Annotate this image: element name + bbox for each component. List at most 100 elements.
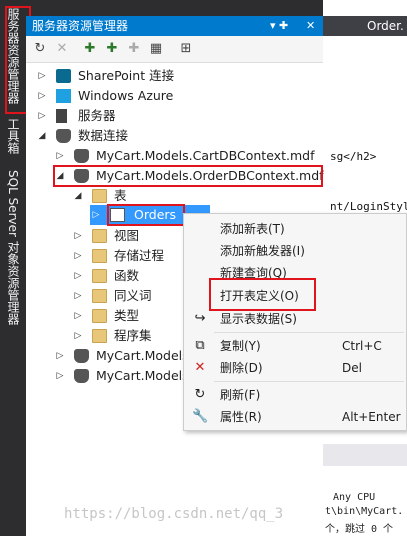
menu-item-properties[interactable]: 🔧 属性(R) Alt+Enter: [184, 406, 406, 428]
folder-icon: [92, 229, 107, 243]
menu-item-label: 显示表数据(S): [220, 312, 297, 326]
tree-item-label: 函数: [114, 268, 140, 283]
connect-server-icon[interactable]: ✚: [104, 41, 120, 57]
tree-item-sharepoint[interactable]: ▷ SharePoint 连接: [36, 66, 316, 86]
expand-arrow-icon[interactable]: ▷: [72, 306, 84, 326]
expand-arrow-icon[interactable]: ▷: [54, 346, 66, 366]
tree-item-label: 服务器: [78, 108, 116, 123]
tree-item-tables[interactable]: ◢ 表: [72, 186, 316, 206]
menu-item-label: 新建查询(Q): [220, 266, 287, 280]
wrench-icon: 🔧: [192, 409, 209, 424]
expand-arrow-icon[interactable]: ▷: [72, 286, 84, 306]
tree-item-label: Windows Azure: [78, 88, 174, 103]
database-icon: [74, 369, 89, 383]
menu-item-add-table[interactable]: 添加新表(T): [184, 218, 406, 240]
menu-item-label: 打开表定义(O): [220, 289, 299, 303]
editor-tab[interactable]: Order.: [323, 16, 407, 36]
menu-item-copy[interactable]: ⧉ 复制(Y) Ctrl+C: [184, 335, 406, 357]
server-icon: [56, 109, 67, 123]
table-icon: [110, 208, 125, 222]
collapse-arrow-icon[interactable]: ◢: [72, 186, 84, 206]
menu-item-add-trigger[interactable]: 添加新触发器(I): [184, 240, 406, 262]
code-line: nt/LoginStyl: [330, 200, 407, 213]
output-line: 个，跳过 0 个: [325, 524, 394, 535]
expand-arrow-icon[interactable]: ▷: [72, 326, 84, 346]
menu-item-open-table-definition[interactable]: 打开表定义(O): [184, 285, 406, 307]
menu-item-shortcut: Del: [342, 361, 362, 375]
menu-item-shortcut: Ctrl+C: [342, 339, 382, 353]
side-tab-sql-server-explorer[interactable]: SQL Server 对象资源管理器: [4, 170, 22, 325]
context-menu: 添加新表(T) 添加新触发器(I) 新建查询(Q) 打开表定义(O) ↪ 显示表…: [183, 213, 407, 431]
output-line: t\bin\MyCart.: [325, 506, 404, 517]
folder-icon: [92, 289, 107, 303]
expand-arrow-icon[interactable]: ▷: [72, 246, 84, 266]
menu-item-label: 属性(R): [220, 410, 262, 424]
watermark: https://blog.csdn.net/qq_3: [64, 506, 284, 522]
tree-item-label: 程序集: [114, 328, 152, 343]
pin-icon[interactable]: ▾ ✚: [270, 16, 288, 36]
tree-item-label: MyCart.Models.OrderDBContext.mdf: [96, 168, 324, 183]
menu-item-show-table-data[interactable]: ↪ 显示表数据(S): [184, 308, 406, 330]
side-tab-server-explorer[interactable]: 服务器资源管理器: [4, 8, 22, 104]
code-line: sg</h2>: [330, 150, 377, 163]
tree-item-label: 类型: [114, 308, 140, 323]
panel-toolbar: ↻ ✕ ✚ ✚ ✚ ▦ ⊞: [26, 36, 323, 63]
menu-item-label: 删除(D): [220, 361, 263, 375]
tree-item-label: 同义词: [114, 288, 152, 303]
refresh-icon[interactable]: ↻: [32, 41, 48, 57]
output-line: Any CPU: [333, 492, 376, 503]
side-tab-toolbox[interactable]: 工具箱: [4, 118, 22, 154]
tree-item-label: 数据连接: [78, 128, 129, 143]
tree-item-label: MyCart.Models: [96, 348, 189, 363]
tree-item-label: 视图: [114, 228, 140, 243]
copy-icon: ⧉: [195, 338, 205, 353]
stop-icon[interactable]: ✕: [54, 41, 70, 57]
menu-item-label: 复制(Y): [220, 339, 261, 353]
menu-separator: [214, 332, 404, 333]
menu-item-label: 刷新(F): [220, 388, 261, 402]
tree-item-data-connections[interactable]: ◢ 数据连接: [36, 126, 316, 146]
show-data-icon: ↪: [194, 311, 206, 326]
tree-item-label: SharePoint 连接: [78, 68, 175, 83]
expand-arrow-icon[interactable]: ▷: [36, 106, 48, 126]
collapse-arrow-icon[interactable]: ◢: [54, 166, 66, 186]
collapse-arrow-icon[interactable]: ◢: [36, 126, 48, 146]
panel-title-bar: 服务器资源管理器 ▾ ✚ ✕: [26, 16, 323, 36]
expand-arrow-icon[interactable]: ▷: [54, 146, 66, 166]
database-icon: [74, 169, 89, 183]
connect-database-icon[interactable]: ✚: [82, 41, 98, 57]
sharepoint-icon: [56, 69, 71, 83]
folder-icon: [92, 189, 107, 203]
close-icon[interactable]: ✕: [306, 16, 315, 36]
windows-icon: [56, 89, 71, 103]
tree-item-label: MyCart.Models.CartDBContext.mdf: [96, 148, 315, 163]
editor-tab-label: Order.: [367, 19, 404, 33]
database-icon: [74, 149, 89, 163]
expand-arrow-icon[interactable]: ▷: [36, 86, 48, 106]
tree-item-azure[interactable]: ▷ Windows Azure: [36, 86, 316, 106]
tree-item-cart-db[interactable]: ▷ MyCart.Models.CartDBContext.mdf: [54, 146, 316, 166]
expand-arrow-icon[interactable]: ▷: [90, 205, 102, 225]
database-icon: [74, 349, 89, 363]
expand-arrow-icon[interactable]: ▷: [36, 66, 48, 86]
tree-item-label: MyCart.Models: [96, 368, 189, 383]
refresh-icon: ↻: [194, 387, 206, 402]
tree-item-order-db[interactable]: ◢ MyCart.Models.OrderDBContext.mdf: [54, 166, 324, 186]
filter-icon[interactable]: ▦: [148, 41, 164, 57]
folder-icon: [92, 309, 107, 323]
connect-azure-icon[interactable]: ✚: [126, 41, 142, 57]
folder-icon: [92, 249, 107, 263]
expand-arrow-icon[interactable]: ▷: [72, 266, 84, 286]
tree-item-label: Orders: [134, 207, 177, 222]
tree-item-servers[interactable]: ▷ 服务器: [36, 106, 316, 126]
menu-item-shortcut: Alt+Enter: [342, 410, 401, 424]
expand-arrow-icon[interactable]: ▷: [54, 366, 66, 386]
properties-icon[interactable]: ⊞: [178, 41, 194, 57]
menu-item-refresh[interactable]: ↻ 刷新(F): [184, 384, 406, 406]
expand-arrow-icon[interactable]: ▷: [72, 226, 84, 246]
menu-item-new-query[interactable]: 新建查询(Q): [184, 262, 406, 284]
output-panel-header: [323, 444, 407, 466]
menu-item-delete[interactable]: ✕ 删除(D) Del: [184, 357, 406, 379]
folder-icon: [92, 269, 107, 283]
menu-separator: [214, 381, 404, 382]
